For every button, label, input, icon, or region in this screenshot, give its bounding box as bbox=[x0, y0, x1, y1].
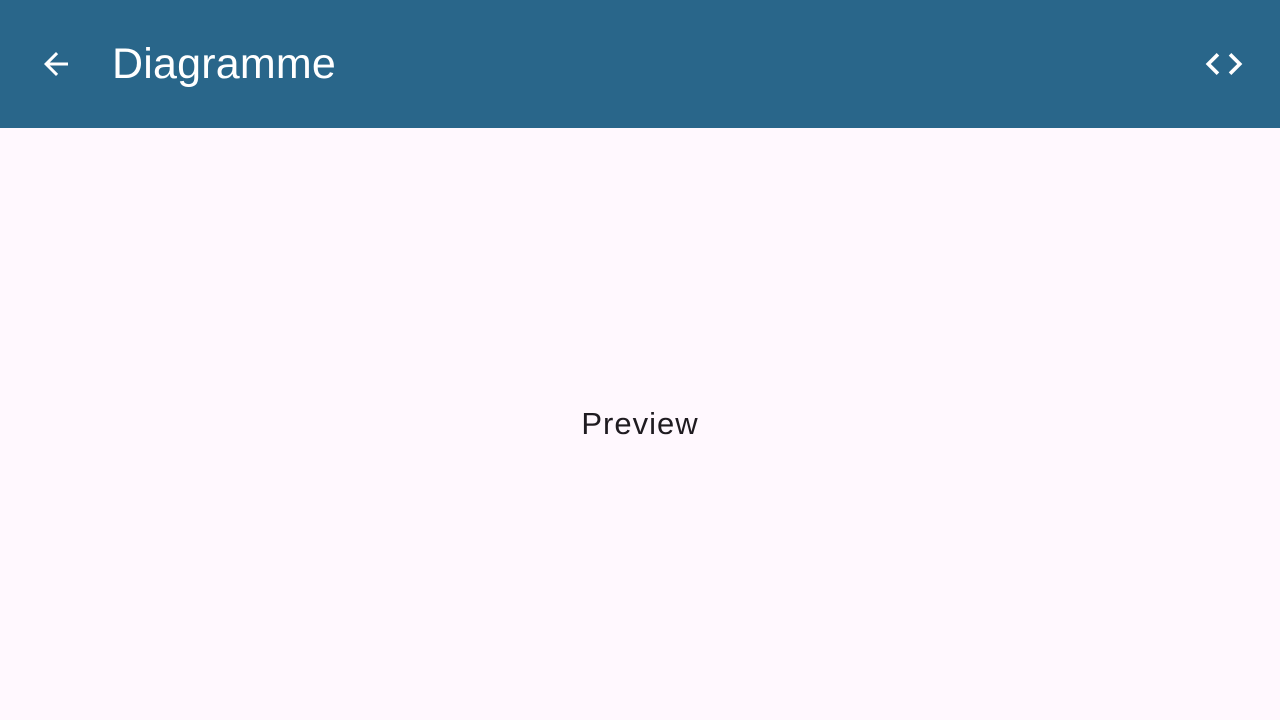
code-view-button[interactable] bbox=[1196, 36, 1252, 92]
page-title: Diagramme bbox=[112, 40, 337, 88]
preview-area: Preview bbox=[0, 128, 1280, 720]
preview-label: Preview bbox=[581, 406, 699, 441]
top-app-bar: Diagramme bbox=[0, 0, 1280, 128]
back-button[interactable] bbox=[28, 36, 84, 92]
code-icon bbox=[1205, 53, 1243, 75]
arrow-back-icon bbox=[44, 52, 68, 76]
